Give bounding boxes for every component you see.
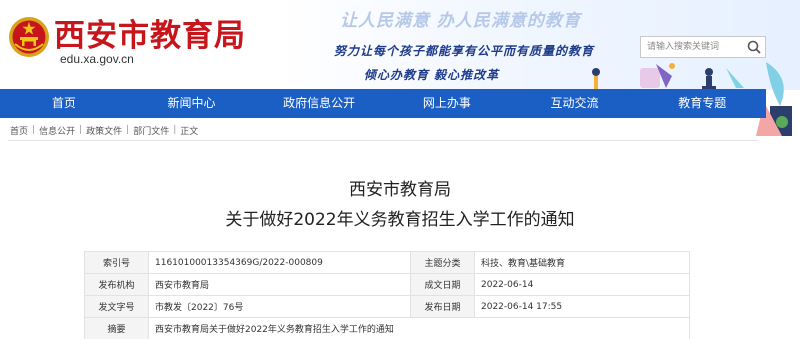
breadcrumb-policy-docs[interactable]: 政策文件 bbox=[86, 124, 122, 137]
search-input[interactable] bbox=[641, 37, 745, 57]
breadcrumb-separator: | bbox=[173, 125, 177, 135]
nav-home[interactable]: 首页 bbox=[0, 89, 128, 118]
created-date-value: 2022-06-14 bbox=[474, 273, 690, 296]
breadcrumb-current: 正文 bbox=[180, 126, 199, 137]
breadcrumb-home[interactable]: 首页 bbox=[10, 124, 28, 137]
index-value: 11610100013354369G/2022-000809 bbox=[148, 251, 411, 274]
doc-number-value: 市教发〔2022〕76号 bbox=[148, 295, 411, 318]
breadcrumb-info-disclosure[interactable]: 信息公开 bbox=[39, 124, 75, 137]
nav-interaction[interactable]: 互动交流 bbox=[511, 89, 639, 118]
document-info-table: 索引号 11610100013354369G/2022-000809 主题分类 … bbox=[84, 251, 690, 339]
org-label: 发布机构 bbox=[84, 273, 149, 296]
topic-value: 科技、教育\基础教育 bbox=[474, 251, 690, 274]
site-domain: edu.xa.gov.cn bbox=[60, 52, 134, 66]
breadcrumb-separator: | bbox=[32, 125, 36, 135]
table-row: 索引号 11610100013354369G/2022-000809 主题分类 … bbox=[84, 251, 690, 274]
breadcrumb-separator: | bbox=[79, 125, 83, 135]
nav-gov-info-disclosure[interactable]: 政府信息公开 bbox=[255, 89, 383, 118]
doc-number-label: 发文字号 bbox=[84, 295, 149, 318]
table-row: 发文字号 市教发〔2022〕76号 发布日期 2022-06-14 17:55 bbox=[84, 295, 690, 318]
slogan-line-2: 倾心办教育 毅心推改革 bbox=[364, 68, 500, 82]
breadcrumb: 首页 | 信息公开 | 政策文件 | 部门文件 | 正文 bbox=[10, 122, 198, 138]
slogan-faint: 让人民满意 办人民满意的教育 bbox=[340, 11, 581, 31]
published-date-label: 发布日期 bbox=[410, 295, 475, 318]
topic-label: 主题分类 bbox=[410, 251, 475, 274]
created-date-label: 成文日期 bbox=[410, 273, 475, 296]
nav-online-services[interactable]: 网上办事 bbox=[383, 89, 511, 118]
breadcrumb-separator: | bbox=[126, 125, 130, 135]
search-box bbox=[640, 36, 766, 58]
page-title: 关于做好2022年义务教育招生入学工作的通知 bbox=[225, 210, 575, 230]
breadcrumb-divider bbox=[8, 140, 758, 141]
search-icon[interactable] bbox=[745, 39, 763, 55]
published-date-value: 2022-06-14 17:55 bbox=[474, 295, 690, 318]
table-row: 发布机构 西安市教育局 成文日期 2022-06-14 bbox=[84, 273, 690, 296]
main-nav: 首页 新闻中心 政府信息公开 网上办事 互动交流 教育专题 bbox=[0, 89, 766, 118]
index-label: 索引号 bbox=[84, 251, 149, 274]
summary-value: 西安市教育局关于做好2022年义务教育招生入学工作的通知 bbox=[148, 317, 690, 339]
nav-news-center[interactable]: 新闻中心 bbox=[128, 89, 256, 118]
national-emblem-icon bbox=[9, 17, 49, 57]
site-title[interactable]: 西安市教育局 bbox=[54, 10, 246, 55]
org-value: 西安市教育局 bbox=[148, 273, 411, 296]
summary-label: 摘要 bbox=[84, 317, 149, 339]
breadcrumb-dept-docs[interactable]: 部门文件 bbox=[133, 124, 169, 137]
article-publisher: 西安市教育局 bbox=[349, 180, 451, 200]
slogan-line-1: 努力让每个孩子都能享有公平而有质量的教育 bbox=[334, 44, 595, 58]
table-row: 摘要 西安市教育局关于做好2022年义务教育招生入学工作的通知 bbox=[84, 317, 690, 339]
nav-education-topics[interactable]: 教育专题 bbox=[638, 89, 766, 118]
